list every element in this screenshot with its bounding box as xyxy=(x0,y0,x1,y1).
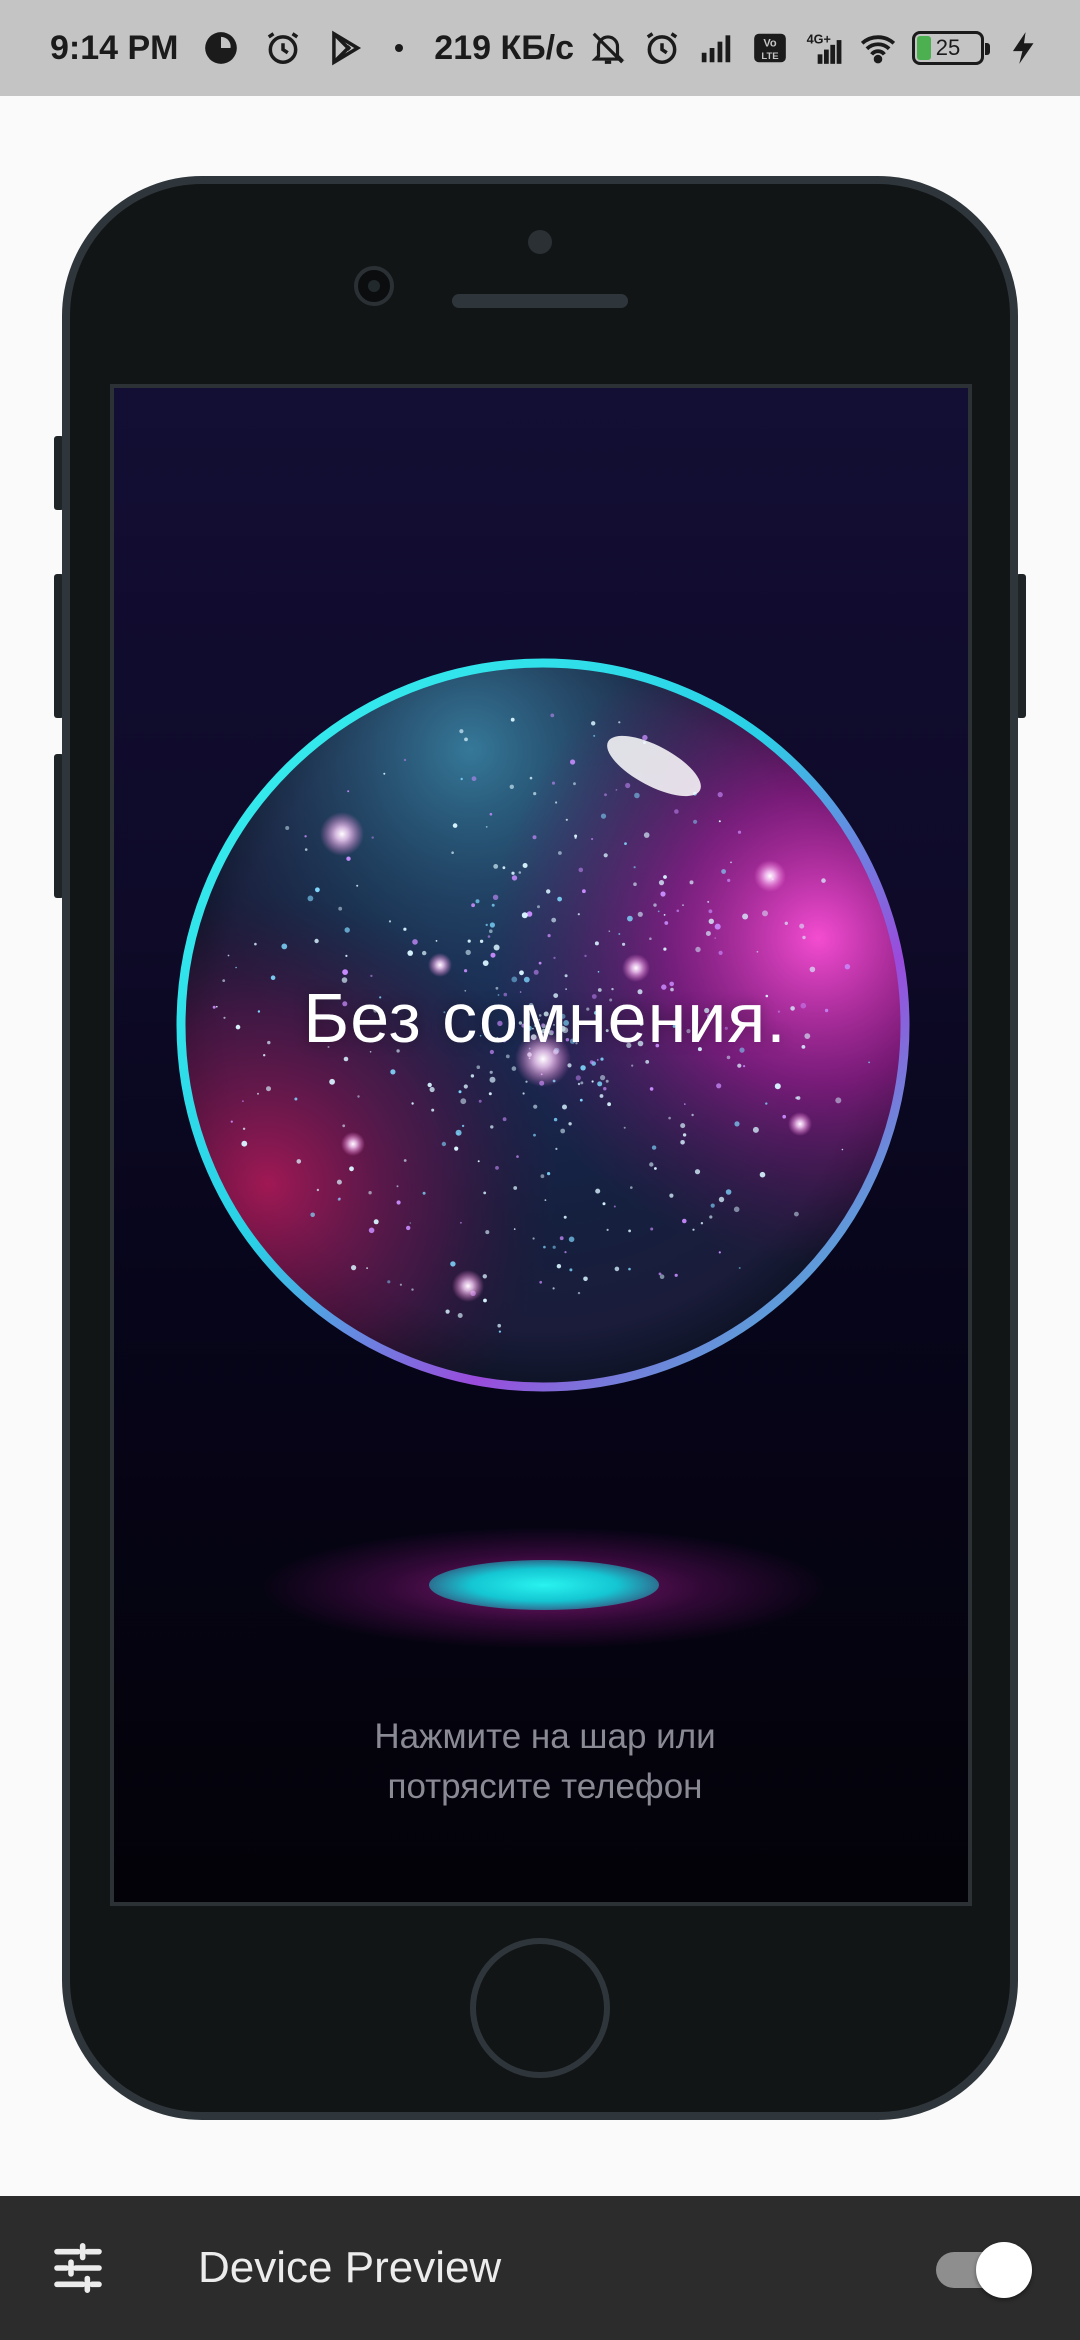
earpiece-speaker xyxy=(452,294,628,308)
alarm-icon xyxy=(642,28,682,68)
device-preview-toolbar: Device Preview xyxy=(0,2196,1080,2340)
wifi-icon xyxy=(858,28,898,68)
toolbar-title: Device Preview xyxy=(198,2243,502,2292)
alarm-icon xyxy=(263,28,303,68)
app-notification-icon xyxy=(201,28,241,68)
status-bar: 9:14 PM 219 КБ/с Vo LTE 4G+ 25 xyxy=(0,0,1080,96)
ball-shadow-core xyxy=(429,1560,659,1610)
signal-icon xyxy=(696,28,736,68)
svg-text:4G+: 4G+ xyxy=(807,32,831,46)
battery-fill xyxy=(917,36,931,60)
status-right: 219 КБ/с Vo LTE 4G+ 25 xyxy=(434,28,1044,68)
bell-off-icon xyxy=(588,28,628,68)
volte-icon: Vo LTE xyxy=(750,28,790,68)
hint-line-1: Нажмите на шар или xyxy=(374,1717,716,1756)
play-store-icon xyxy=(325,28,365,68)
charging-icon xyxy=(1004,28,1044,68)
hint-line-2: потрясите телефон xyxy=(387,1767,703,1806)
svg-text:LTE: LTE xyxy=(761,51,778,62)
status-time: 9:14 PM xyxy=(50,28,179,67)
4g-signal-icon: 4G+ xyxy=(804,28,844,68)
toggle-thumb xyxy=(976,2242,1032,2298)
svg-text:Vo: Vo xyxy=(763,37,777,49)
magic-ball-screen: Без сомнения. Нажмите на шар или потряси… xyxy=(110,384,972,1906)
home-button[interactable] xyxy=(470,1938,610,2078)
answer-text[interactable]: Без сомнения. xyxy=(114,978,968,1058)
settings-sliders-icon[interactable] xyxy=(50,2240,106,2296)
status-left: 9:14 PM xyxy=(50,28,403,68)
network-speed: 219 КБ/с xyxy=(434,28,574,67)
magic-ball[interactable]: Без сомнения. xyxy=(114,388,968,1902)
front-camera xyxy=(354,266,394,306)
proximity-sensor xyxy=(528,230,552,254)
battery-icon: 25 xyxy=(912,31,990,65)
notification-dot xyxy=(394,44,403,52)
battery-level: 25 xyxy=(935,35,961,60)
hint-text: Нажмите на шар или потрясите телефон xyxy=(114,1712,968,1812)
device-preview-toggle[interactable] xyxy=(930,2242,1032,2298)
